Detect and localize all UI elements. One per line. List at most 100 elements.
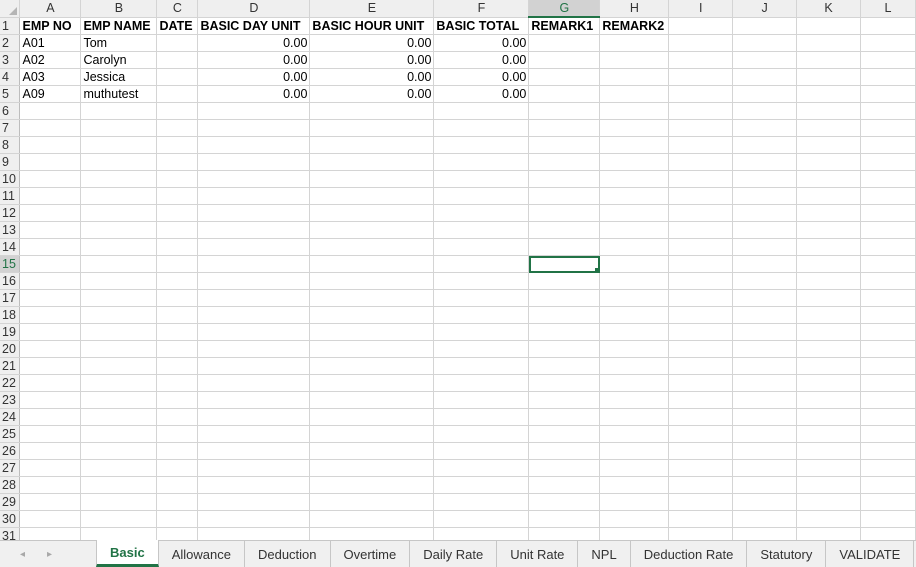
cell-d22[interactable] xyxy=(197,374,311,392)
cell-j15[interactable] xyxy=(732,255,798,273)
cell-h10[interactable] xyxy=(599,170,670,188)
cell-g14[interactable] xyxy=(528,238,601,256)
cell-l26[interactable] xyxy=(860,442,916,460)
cell-j13[interactable] xyxy=(732,221,798,239)
cell-k19[interactable] xyxy=(796,323,862,341)
cell-f18[interactable] xyxy=(433,306,530,324)
cell-b8[interactable] xyxy=(80,136,158,154)
cell-a17[interactable] xyxy=(19,289,82,307)
cell-e23[interactable] xyxy=(309,391,435,409)
cell-l9[interactable] xyxy=(860,153,916,171)
cell-a27[interactable] xyxy=(19,459,82,477)
cell-a2[interactable]: A01 xyxy=(19,34,82,52)
cell-e17[interactable] xyxy=(309,289,435,307)
cell-h9[interactable] xyxy=(599,153,670,171)
cell-i1[interactable] xyxy=(668,17,734,35)
cell-f4[interactable]: 0.00 xyxy=(433,68,530,86)
cell-g17[interactable] xyxy=(528,289,601,307)
cell-f1[interactable]: BASIC TOTAL xyxy=(433,17,530,35)
cell-e19[interactable] xyxy=(309,323,435,341)
cell-g28[interactable] xyxy=(528,476,601,494)
cell-h16[interactable] xyxy=(599,272,670,290)
cell-k1[interactable] xyxy=(796,17,862,35)
cell-a11[interactable] xyxy=(19,187,82,205)
cell-d3[interactable]: 0.00 xyxy=(197,51,311,69)
cell-j28[interactable] xyxy=(732,476,798,494)
cell-d11[interactable] xyxy=(197,187,311,205)
cell-g3[interactable] xyxy=(528,51,601,69)
sheet-tab-allowance[interactable]: Allowance xyxy=(159,541,245,567)
row-header[interactable]: 22 xyxy=(0,374,21,392)
cell-h21[interactable] xyxy=(599,357,670,375)
cell-k8[interactable] xyxy=(796,136,862,154)
cell-f9[interactable] xyxy=(433,153,530,171)
cell-f6[interactable] xyxy=(433,102,530,120)
row-header[interactable]: 25 xyxy=(0,425,21,443)
row-header[interactable]: 24 xyxy=(0,408,21,426)
cell-l12[interactable] xyxy=(860,204,916,222)
cell-c12[interactable] xyxy=(156,204,199,222)
cell-e1[interactable]: BASIC HOUR UNIT xyxy=(309,17,435,35)
column-header-h[interactable]: H xyxy=(599,0,670,18)
cell-j17[interactable] xyxy=(732,289,798,307)
cell-c13[interactable] xyxy=(156,221,199,239)
cell-h22[interactable] xyxy=(599,374,670,392)
row-header[interactable]: 14 xyxy=(0,238,21,256)
cell-i31[interactable] xyxy=(668,527,734,540)
cell-e9[interactable] xyxy=(309,153,435,171)
cell-a31[interactable] xyxy=(19,527,82,540)
cell-j24[interactable] xyxy=(732,408,798,426)
cell-j1[interactable] xyxy=(732,17,798,35)
cell-j7[interactable] xyxy=(732,119,798,137)
cell-k15[interactable] xyxy=(796,255,862,273)
cell-h23[interactable] xyxy=(599,391,670,409)
cell-j5[interactable] xyxy=(732,85,798,103)
cell-i21[interactable] xyxy=(668,357,734,375)
cell-k18[interactable] xyxy=(796,306,862,324)
cell-j29[interactable] xyxy=(732,493,798,511)
column-header-f[interactable]: F xyxy=(433,0,530,18)
cell-l14[interactable] xyxy=(860,238,916,256)
cell-g5[interactable] xyxy=(528,85,601,103)
cell-k24[interactable] xyxy=(796,408,862,426)
cell-i7[interactable] xyxy=(668,119,734,137)
cell-g15[interactable] xyxy=(528,255,601,273)
cell-g31[interactable] xyxy=(528,527,601,540)
cell-j30[interactable] xyxy=(732,510,798,528)
cell-c1[interactable]: DATE xyxy=(156,17,199,35)
cell-b18[interactable] xyxy=(80,306,158,324)
row-header[interactable]: 31 xyxy=(0,527,21,540)
cell-c29[interactable] xyxy=(156,493,199,511)
row-header[interactable]: 28 xyxy=(0,476,21,494)
cell-c28[interactable] xyxy=(156,476,199,494)
cell-g6[interactable] xyxy=(528,102,601,120)
cell-l23[interactable] xyxy=(860,391,916,409)
cell-d10[interactable] xyxy=(197,170,311,188)
column-header-d[interactable]: D xyxy=(197,0,311,18)
cell-a16[interactable] xyxy=(19,272,82,290)
cell-d13[interactable] xyxy=(197,221,311,239)
cell-i4[interactable] xyxy=(668,68,734,86)
cell-a6[interactable] xyxy=(19,102,82,120)
cell-c3[interactable] xyxy=(156,51,199,69)
cell-e18[interactable] xyxy=(309,306,435,324)
cell-e29[interactable] xyxy=(309,493,435,511)
cell-i20[interactable] xyxy=(668,340,734,358)
cell-e3[interactable]: 0.00 xyxy=(309,51,435,69)
cell-h7[interactable] xyxy=(599,119,670,137)
cell-j16[interactable] xyxy=(732,272,798,290)
cell-a29[interactable] xyxy=(19,493,82,511)
cell-i29[interactable] xyxy=(668,493,734,511)
cell-c20[interactable] xyxy=(156,340,199,358)
cell-l20[interactable] xyxy=(860,340,916,358)
cell-d9[interactable] xyxy=(197,153,311,171)
cell-c5[interactable] xyxy=(156,85,199,103)
cell-l27[interactable] xyxy=(860,459,916,477)
row-header[interactable]: 13 xyxy=(0,221,21,239)
cell-b29[interactable] xyxy=(80,493,158,511)
cell-e11[interactable] xyxy=(309,187,435,205)
cell-e25[interactable] xyxy=(309,425,435,443)
cell-h18[interactable] xyxy=(599,306,670,324)
sheet-tab-statutory[interactable]: Statutory xyxy=(747,541,827,567)
column-header-i[interactable]: I xyxy=(668,0,734,18)
